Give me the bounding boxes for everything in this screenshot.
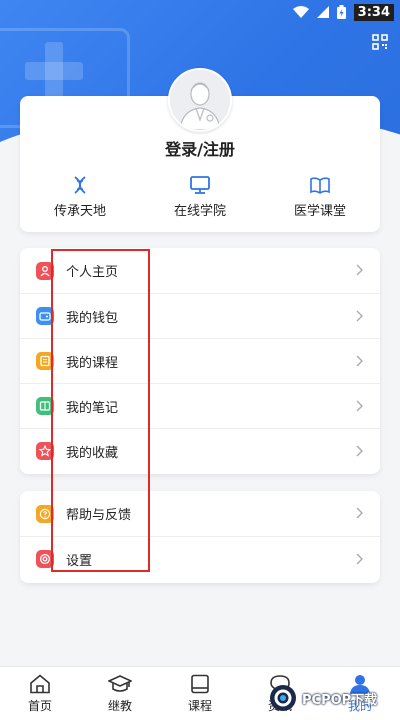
- chevron-right-icon: [356, 355, 363, 367]
- book-icon: [310, 177, 330, 194]
- status-time: 3:34: [353, 3, 394, 21]
- chevron-right-icon: [356, 553, 363, 565]
- avatar[interactable]: [168, 68, 232, 132]
- wifi-icon: [292, 6, 309, 18]
- decorative-cross-horizontal: [25, 62, 83, 80]
- chevron-right-icon: [356, 400, 363, 412]
- status-bar: 3:34: [0, 0, 400, 24]
- doctor-avatar-icon: [170, 70, 230, 130]
- course-book-icon: [191, 674, 209, 693]
- chevron-right-icon: [356, 264, 363, 276]
- nav-label: 首页: [27, 698, 52, 713]
- quick-link-heritage[interactable]: 传承天地: [25, 176, 135, 222]
- watermark: PCPOP下载: [268, 678, 400, 718]
- quick-link-label: 传承天地: [53, 204, 106, 219]
- nav-item-home[interactable]: 首页: [5, 673, 75, 714]
- chevron-right-icon: [356, 310, 363, 322]
- watermark-text: PCPOP下载: [302, 692, 378, 708]
- graduation-cap-icon: [108, 674, 132, 692]
- home-icon: [30, 673, 50, 693]
- nav-label: 继教: [107, 698, 132, 713]
- quick-link-label: 医学课堂: [293, 204, 346, 219]
- signal-icon: [316, 6, 329, 18]
- nav-label: 课程: [187, 698, 212, 713]
- nav-item-courses[interactable]: 课程: [165, 674, 235, 714]
- highlight-box: [51, 249, 150, 572]
- chevron-right-icon: [356, 507, 363, 519]
- quick-link-online-academy[interactable]: 在线学院: [145, 176, 255, 222]
- chevron-right-icon: [356, 445, 363, 457]
- login-register-link[interactable]: 登录/注册: [20, 136, 380, 160]
- quick-links: 传承天地 在线学院 医学课堂: [20, 176, 380, 222]
- watermark-logo-icon: [270, 685, 296, 711]
- quick-link-medical-class[interactable]: 医学课堂: [265, 176, 375, 222]
- scan-icon[interactable]: [372, 34, 388, 50]
- battery-icon: [336, 5, 346, 19]
- dna-icon: [74, 176, 86, 194]
- quick-link-label: 在线学院: [173, 204, 226, 219]
- nav-item-continuing-edu[interactable]: 继教: [85, 674, 155, 714]
- monitor-icon: [190, 176, 210, 194]
